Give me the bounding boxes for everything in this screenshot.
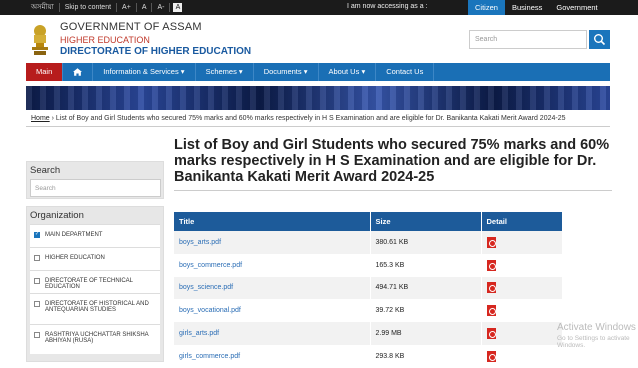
file-size: 380.61 KB [370, 231, 482, 254]
skip-to-content-link[interactable]: Skip to content [60, 3, 118, 12]
pdf-icon[interactable] [486, 328, 496, 340]
high-contrast-button[interactable]: A [173, 3, 183, 12]
breadcrumb-home-link[interactable]: Home [31, 115, 50, 122]
state-emblem-icon [32, 25, 48, 55]
org-item-main-department[interactable]: MAIN DEPARTMENT [30, 224, 160, 247]
font-decrease-button[interactable]: A- [152, 3, 171, 12]
file-title-link[interactable]: boys_arts.pdf [174, 231, 371, 254]
column-header-detail: Detail [481, 212, 563, 231]
documents-table: Title Size Detail boys_arts.pdf 380.61 K… [174, 212, 563, 368]
checkbox-icon[interactable] [34, 231, 40, 238]
tab-government[interactable]: Government [549, 0, 604, 15]
file-detail-cell [481, 276, 563, 300]
file-size: 293.8 KB [370, 344, 482, 368]
checkbox-icon[interactable] [34, 278, 40, 284]
font-increase-button[interactable]: A+ [117, 3, 137, 12]
checkbox-icon[interactable] [34, 301, 40, 307]
org-item-label: MAIN DEPARTMENT [45, 232, 103, 238]
file-title-link[interactable]: boys_science.pdf [174, 276, 371, 300]
file-detail-cell [481, 322, 563, 345]
font-normal-button[interactable]: A [137, 3, 153, 12]
audience-tabs: Citizen Business Government [468, 0, 605, 15]
org-item-label: RASHTRIYA UCHCHATTAR SHIKSHA ABHIYAN (RU… [45, 332, 149, 344]
file-detail-cell [481, 299, 563, 323]
nav-main[interactable]: Main [26, 63, 64, 81]
nav-information-services[interactable]: Information & Services ▾ [93, 63, 196, 81]
checkbox-icon[interactable] [34, 332, 40, 338]
file-title-link[interactable]: boys_vocational.pdf [174, 299, 371, 323]
nav-contact-us[interactable]: Contact Us [376, 63, 435, 81]
org-item-label: HIGHER EDUCATION [45, 255, 105, 261]
watermark-subtitle: Go to Settings to activate Windows. [557, 335, 630, 349]
pdf-icon[interactable] [486, 350, 496, 362]
file-size: 494.71 KB [370, 276, 482, 300]
table-row: boys_arts.pdf 380.61 KB [174, 231, 563, 254]
watermark-title: Activate Windows [557, 322, 636, 333]
sidebar-search-title: Search [30, 165, 61, 176]
sidebar-search-panel: Search Search [26, 161, 164, 199]
header-search-input[interactable]: Search [469, 30, 587, 49]
nav-label: About Us [328, 67, 360, 76]
file-detail-cell [481, 344, 563, 368]
pdf-icon[interactable] [486, 259, 496, 271]
nav-about-us[interactable]: About Us ▾ [319, 63, 377, 81]
pdf-icon[interactable] [486, 236, 496, 248]
activate-windows-watermark: Activate Windows Go to Settings to activ… [557, 322, 638, 349]
department-name: HIGHER EDUCATION [60, 35, 150, 45]
file-size: 2.99 MB [370, 322, 482, 345]
breadcrumb-current: List of Boy and Girl Students who secure… [55, 115, 566, 122]
breadcrumb: Home › List of Boy and Girl Students who… [26, 111, 610, 127]
org-item-label: DIRECTORATE OF HISTORICAL AND ANTEQUARIA… [45, 301, 149, 313]
org-item-rusa[interactable]: RASHTRIYA UCHCHATTAR SHIKSHA ABHIYAN (RU… [30, 324, 160, 354]
file-detail-cell [481, 253, 563, 277]
org-item-higher-education[interactable]: HIGHER EDUCATION [30, 247, 160, 270]
government-name: GOVERNMENT OF ASSAM [60, 21, 202, 33]
column-header-size: Size [370, 212, 482, 231]
org-item-technical-education[interactable]: DIRECTORATE OF TECHNICAL EDUCATION [30, 270, 160, 293]
table-row: boys_commerce.pdf 165.3 KB [174, 253, 563, 277]
main-navigation: Main Information & Services ▾ Schemes ▾ … [26, 63, 610, 81]
pdf-icon[interactable] [486, 282, 496, 294]
table-header-row: Title Size Detail [174, 212, 563, 231]
language-link[interactable]: অসমীয়া [26, 3, 60, 12]
pdf-icon[interactable] [486, 305, 496, 317]
nav-label: Schemes [205, 67, 237, 76]
file-size: 165.3 KB [370, 253, 482, 277]
accessing-as-label: I am now accessing as a : [347, 3, 428, 10]
page-banner [26, 86, 610, 110]
file-title-link[interactable]: girls_commerce.pdf [174, 344, 371, 368]
checkbox-icon[interactable] [34, 255, 40, 261]
table-row: boys_vocational.pdf 39.72 KB [174, 299, 563, 323]
sidebar-search-input[interactable]: Search [30, 179, 161, 197]
top-utility-bar: অসমীয়া Skip to content A+ A A- A I am n… [0, 0, 638, 15]
organization-title: Organization [30, 210, 84, 221]
tab-business[interactable]: Business [505, 0, 549, 15]
nav-label: Information & Services [103, 67, 179, 76]
file-title-link[interactable]: girls_arts.pdf [174, 322, 371, 345]
nav-schemes[interactable]: Schemes ▾ [196, 63, 254, 81]
file-size: 39.72 KB [370, 299, 482, 323]
table-row: boys_science.pdf 494.71 KB [174, 276, 563, 300]
search-icon [593, 33, 606, 46]
header-search-button[interactable] [589, 30, 610, 49]
tab-citizen[interactable]: Citizen [468, 0, 505, 15]
table-row: girls_commerce.pdf 293.8 KB [174, 344, 563, 368]
file-detail-cell [481, 231, 563, 254]
org-item-historical-studies[interactable]: DIRECTORATE OF HISTORICAL AND ANTEQUARIA… [30, 293, 160, 324]
directorate-name[interactable]: DIRECTORATE OF HIGHER EDUCATION [60, 46, 251, 57]
page-title: List of Boy and Girl Students who secure… [174, 137, 612, 191]
nav-documents[interactable]: Documents ▾ [254, 63, 319, 81]
column-header-title: Title [174, 212, 371, 231]
nav-home[interactable] [63, 63, 94, 81]
nav-label: Documents [263, 67, 302, 76]
table-row: girls_arts.pdf 2.99 MB [174, 322, 563, 345]
org-item-label: DIRECTORATE OF TECHNICAL EDUCATION [45, 278, 133, 290]
file-title-link[interactable]: boys_commerce.pdf [174, 253, 371, 277]
home-icon [73, 68, 83, 76]
utility-links: অসমীয়া Skip to content A+ A A- A [26, 3, 183, 12]
sidebar-organization-panel: Organization MAIN DEPARTMENT HIGHER EDUC… [26, 206, 164, 362]
site-header: GOVERNMENT OF ASSAM HIGHER EDUCATION DIR… [0, 15, 638, 63]
